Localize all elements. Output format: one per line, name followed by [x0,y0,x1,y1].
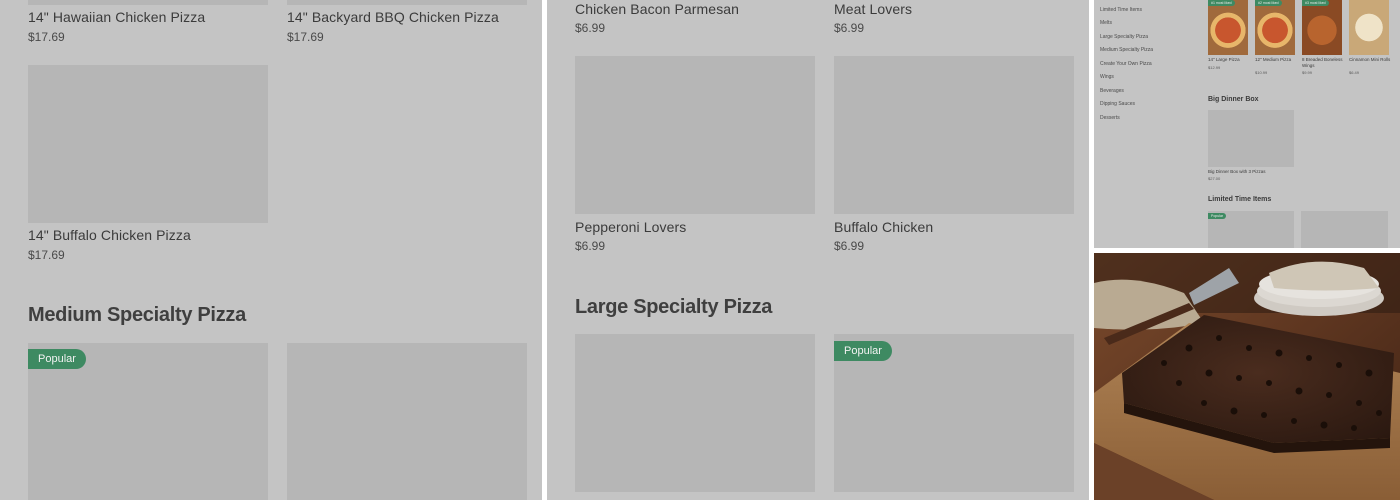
item-price: $6.99 [834,239,865,253]
item-image[interactable] [834,56,1074,214]
item-price: $17.69 [28,248,65,262]
menu-panel-left: 14" Hawaiian Chicken Pizza $17.69 14" Ba… [0,0,542,500]
item-image[interactable] [28,0,268,5]
sidebar-item-create-your-own[interactable]: Create Your Own Pizza [1100,61,1152,67]
item-image[interactable] [1301,211,1388,248]
item-price: $6.99 [575,239,606,253]
item-image[interactable] [287,343,527,500]
sidebar-item-dipping-sauces[interactable]: Dipping Sauces [1100,101,1135,107]
item-name[interactable]: Buffalo Chicken [834,219,933,235]
popular-badge: Popular [834,341,892,361]
item-name[interactable]: 14" Backyard BBQ Chicken Pizza [287,9,499,25]
item-image[interactable] [575,334,815,492]
item-price: $9.99 [1302,70,1313,75]
sidebar-item-melts[interactable]: Melts [1100,20,1112,26]
brownie-photo [1094,253,1400,500]
item-image[interactable]: Popular [834,334,1074,492]
item-name[interactable]: 12" Medium Pizza [1255,57,1297,63]
item-name[interactable]: 14" Large Pizza [1208,57,1250,63]
medium-pizza-image[interactable] [1255,0,1295,55]
sidebar-item-beverages[interactable]: Beverages [1100,88,1124,94]
item-price: $6.99 [834,21,865,35]
wings-image[interactable] [1302,0,1342,55]
item-price: $17.69 [287,30,324,44]
item-image[interactable] [1208,110,1294,167]
item-price: $10.99 [1255,70,1268,75]
sidebar-item-wings[interactable]: Wings [1100,74,1114,80]
item-name[interactable]: 14" Hawaiian Chicken Pizza [28,9,205,25]
sidebar-item-desserts[interactable]: Desserts [1100,115,1120,121]
sidebar-item-medium-specialty[interactable]: Medium Specialty Pizza [1100,47,1153,53]
large-pizza-image[interactable] [1208,0,1248,55]
item-image[interactable] [28,65,268,223]
most-liked-badge: #3 most liked [1302,0,1329,6]
item-name[interactable]: Cinnamon Mini Rolls [1349,57,1391,63]
item-name[interactable]: 14" Buffalo Chicken Pizza [28,227,191,243]
section-heading: Big Dinner Box [1208,96,1259,103]
item-image[interactable] [575,56,815,214]
popular-badge: Popular [28,349,86,369]
item-image[interactable] [287,0,527,5]
cinnamon-rolls-image[interactable] [1349,0,1389,55]
section-heading: Large Specialty Pizza [575,296,773,318]
item-price: $6.99 [575,21,606,35]
most-liked-badge: #1 most liked [1208,0,1235,6]
menu-panel-middle: Chicken Bacon Parmesan $6.99 Meat Lovers… [547,0,1089,500]
item-price: $6.49 [1349,70,1360,75]
sidebar-item-limited-time[interactable]: Limited Time Items [1100,7,1142,13]
item-image[interactable]: Popular [28,343,268,500]
brownie-photo-image [1094,253,1400,500]
item-name[interactable]: Big Dinner Box with 3 Pizzas [1208,169,1298,175]
item-price: $27.00 [1208,176,1221,181]
item-name[interactable]: 8 Breaded Boneless Wings [1302,57,1344,68]
item-name[interactable]: Meat Lovers [834,1,912,17]
popular-badge: Popular [1208,213,1227,219]
most-liked-badge: #2 most liked [1255,0,1282,6]
item-name[interactable]: Chicken Bacon Parmesan [575,1,739,17]
item-name[interactable]: Pepperoni Lovers [575,219,686,235]
sidebar-item-large-specialty[interactable]: Large Specialty Pizza [1100,34,1148,40]
item-price: $17.69 [28,30,65,44]
menu-page-thumbnail: Limited Time Items Melts Large Specialty… [1094,0,1400,248]
section-heading: Medium Specialty Pizza [28,304,246,326]
item-price: $12.99 [1208,65,1221,70]
section-heading: Limited Time Items [1208,196,1272,203]
